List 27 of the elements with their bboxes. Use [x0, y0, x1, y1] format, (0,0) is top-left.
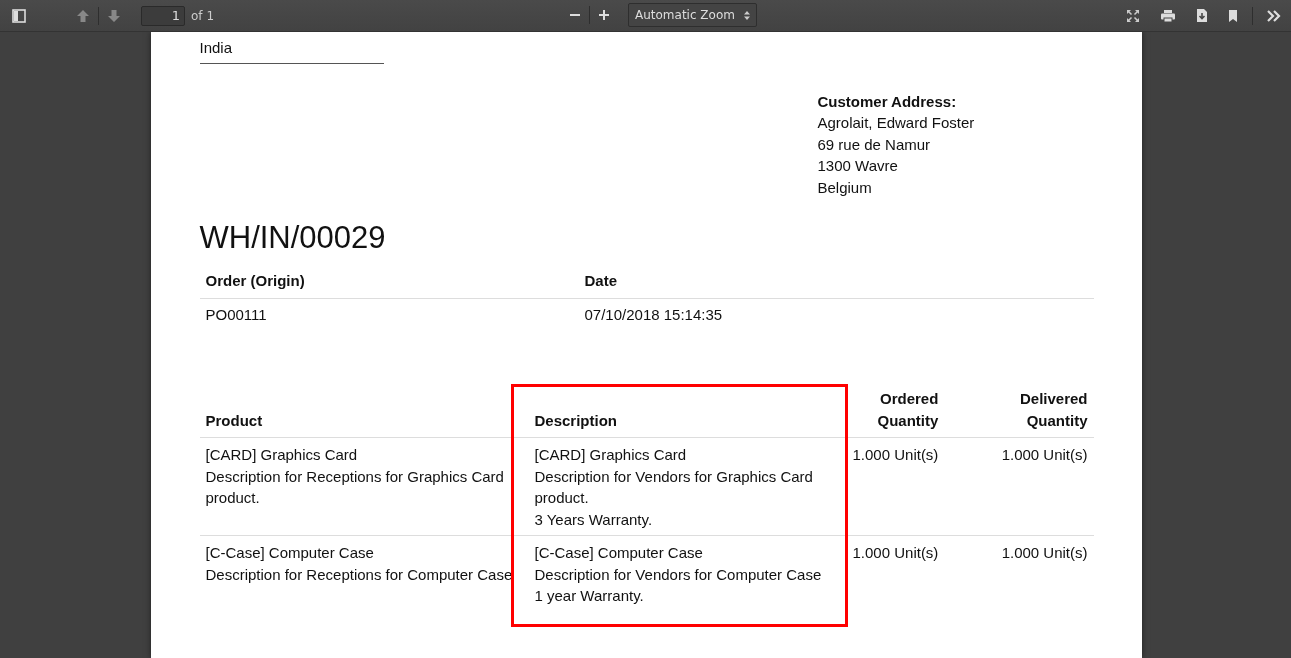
address-line: 69 rue de Namur	[817, 134, 932, 155]
column-header: Ordered Quantity	[846, 382, 945, 438]
column-header: Order (Origin)	[199, 264, 579, 298]
address-line: 1300 Wavre	[817, 156, 899, 176]
page-count: of 1	[191, 8, 214, 23]
table-cell: 1.000 Unit(s)	[846, 535, 945, 627]
table-cell: [C-Case] Computer Case Description for Receptions for Computer Case	[199, 535, 529, 627]
table-cell: [C-Case] Computer Case Description for Vendors for Computer Case 1 year Warranty.	[528, 535, 847, 627]
zoom-select[interactable]: Automatic Zoom	[628, 3, 757, 27]
column-header: Product	[199, 382, 529, 438]
table-cell: 07/10/2018 15:14:35	[578, 298, 1094, 331]
address-line: Agrolait, Edward Foster	[817, 113, 976, 133]
table-cell: 1.000 Unit(s)	[846, 437, 945, 536]
table-cell: 1.000 Unit(s)	[944, 437, 1094, 536]
updown-arrows-icon	[743, 10, 750, 20]
table-cell: 1.000 Unit(s)	[944, 535, 1094, 627]
column-header: Delivered Quantity	[944, 382, 1094, 438]
sender-country: India	[199, 37, 384, 64]
column-header: Description	[528, 382, 847, 438]
page-number-field[interactable]: 1	[141, 5, 185, 26]
table-cell: [CARD] Graphics Card Description for Receptions for Graphics Card product.	[199, 437, 529, 536]
customer-address-label: Customer Address:	[817, 91, 958, 112]
table-cell: PO00111	[199, 298, 579, 331]
table-cell: [CARD] Graphics Card Description for Vendors for Graphics Card product. 3 Years Warranty.	[528, 437, 847, 536]
column-header: Date	[578, 264, 1094, 298]
document-title: WH/IN/00029	[199, 219, 387, 257]
address-line: Belgium	[817, 177, 873, 198]
